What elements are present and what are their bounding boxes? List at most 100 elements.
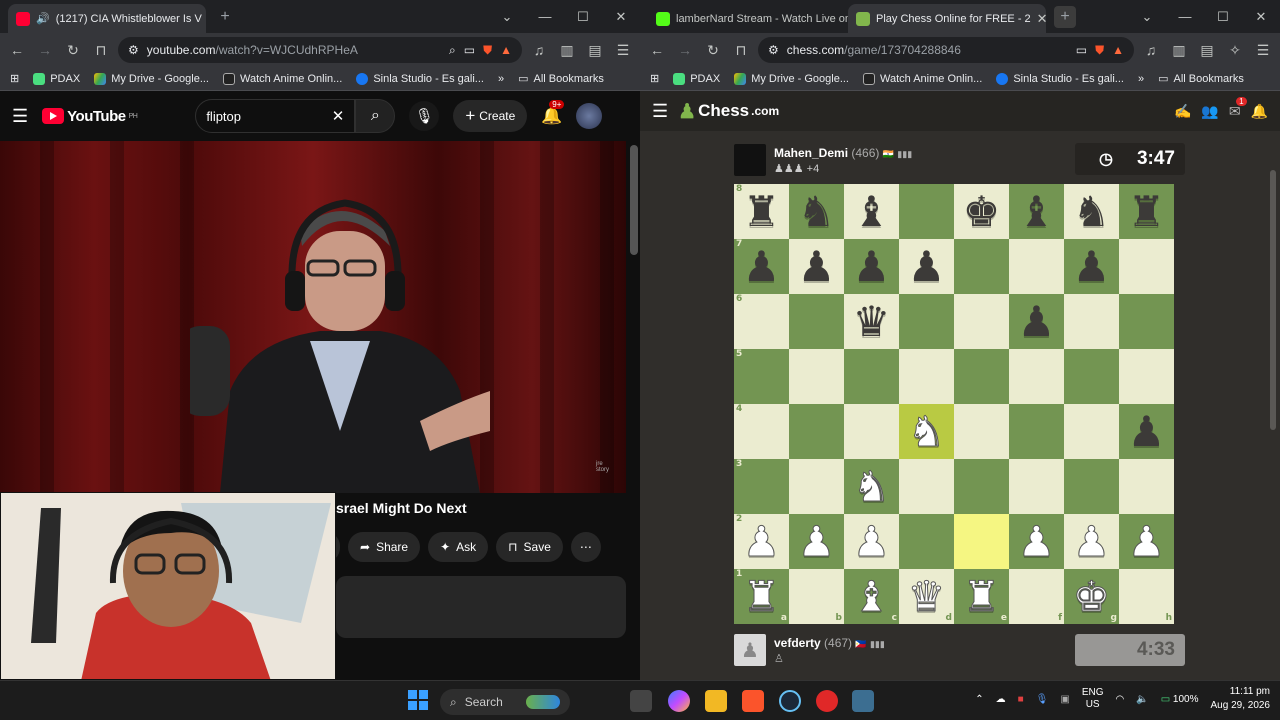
tab-search-icon[interactable]: ⌄ [1128,9,1166,25]
square-b3[interactable] [789,459,844,514]
avatar[interactable] [576,103,603,129]
maximize-icon[interactable]: ☐ [564,9,602,25]
tab-search-icon[interactable]: ⌄ [488,9,526,25]
black-pawn-icon[interactable]: ♟ [743,245,781,288]
square-a2[interactable]: 2 ♟ [734,514,789,569]
black-knight-icon[interactable]: ♞ [798,190,836,233]
notifications-icon[interactable]: 🔔 9+ [541,100,565,126]
square-c7[interactable]: ♟ [844,239,899,294]
square-e4[interactable] [954,404,1009,459]
square-d1[interactable]: d ♛ [899,569,954,624]
taskbar-search[interactable]: ⌕ Search [440,689,570,715]
minimize-icon[interactable]: — [1166,9,1204,24]
square-h3[interactable] [1119,459,1174,514]
square-b1[interactable]: b [789,569,844,624]
square-e5[interactable] [954,349,1009,404]
square-h6[interactable] [1119,294,1174,349]
search-button[interactable]: ⌕ [355,99,396,133]
brave-rewards-icon[interactable]: ▲ [1112,43,1124,57]
video-player[interactable]: jre story [0,141,626,493]
description-box[interactable] [336,576,626,638]
square-e6[interactable] [954,294,1009,349]
square-e1[interactable]: e ♜ [954,569,1009,624]
address-bar[interactable]: ⚙ youtube.com/watch?v=WJCUdhRPHeA ⌕ ▭ ⛊ … [118,37,522,63]
square-h7[interactable] [1119,239,1174,294]
white-pawn-icon[interactable]: ♟ [1017,520,1056,563]
square-h1[interactable]: h [1119,569,1174,624]
chess-logo[interactable]: ♟ Chess .com [678,99,779,124]
clear-search-icon[interactable]: ✕ [332,107,345,125]
close-tab-icon[interactable]: ✕ [1037,11,1046,27]
bookmark-icon[interactable]: ⊓ [730,39,752,61]
square-d3[interactable] [899,459,954,514]
black-bishop-icon[interactable]: ♝ [853,190,891,233]
square-b7[interactable]: ♟ [789,239,844,294]
mail-icon[interactable]: ✉ 1 [1229,96,1247,120]
brave-browser-icon[interactable] [742,690,764,712]
more-bookmarks-icon[interactable]: » [1138,73,1144,85]
tab-chess[interactable]: Play Chess Online for FREE - 2 ✕ [848,4,1046,33]
new-tab-button[interactable]: + [1054,5,1076,28]
square-a1[interactable]: 1 a ♜ [734,569,789,624]
bell-icon[interactable]: 🔔 [1251,103,1268,120]
square-a7[interactable]: 7 ♟ [734,239,789,294]
copilot-icon[interactable] [668,690,690,712]
bookmark-pdax[interactable]: PDAX [673,72,720,85]
bookmark-drive[interactable]: My Drive - Google... [734,72,849,85]
white-pawn-icon[interactable]: ♟ [1072,520,1111,563]
close-window-icon[interactable]: ✕ [602,9,640,25]
search-input[interactable]: fliptop ✕ [195,99,356,133]
brave-shield-icon[interactable]: ⛊ [1095,43,1104,58]
square-g8[interactable]: ♞ [1064,184,1119,239]
white-king-icon[interactable]: ♚ [1072,575,1111,618]
mic-icon[interactable]: 🎙 [1036,694,1049,705]
sidebar-icon[interactable]: ▥ [556,39,578,61]
extensions-icon[interactable]: ✧ [1224,39,1246,61]
cast-icon[interactable]: ▭ [1076,43,1087,57]
black-pawn-icon[interactable]: ♟ [1018,300,1056,343]
battery-indicator[interactable]: ▭ 100% [1161,694,1199,705]
square-h4[interactable]: ♟ [1119,404,1174,459]
square-h2[interactable]: ♟ [1119,514,1174,569]
reload-icon[interactable]: ↻ [702,39,724,61]
white-pawn-icon[interactable]: ♟ [852,520,891,563]
square-a5[interactable]: 5 [734,349,789,404]
square-c4[interactable] [844,404,899,459]
square-a8[interactable]: 8 ♜ [734,184,789,239]
forward-icon[interactable]: → [674,39,696,61]
square-c8[interactable]: ♝ [844,184,899,239]
wifi-icon[interactable]: ◠ [1116,694,1125,705]
brave-rewards-icon[interactable]: ▲ [500,43,512,57]
language-indicator[interactable]: ENG US [1082,687,1104,711]
square-a3[interactable]: 3 [734,459,789,514]
square-g2[interactable]: ♟ [1064,514,1119,569]
black-pawn-icon[interactable]: ♟ [908,245,946,288]
square-d8[interactable] [899,184,954,239]
square-f8[interactable]: ♝ [1009,184,1064,239]
page-scrollbar[interactable] [1270,170,1276,430]
square-f3[interactable] [1009,459,1064,514]
file-explorer-icon[interactable] [705,690,727,712]
media-icon[interactable]: ♫ [1140,39,1162,61]
all-bookmarks[interactable]: ▭ All Bookmarks [1158,72,1244,86]
tray-app-icon[interactable]: ■ [1018,694,1024,705]
tab-youtube[interactable]: 🔊 (1217) CIA Whistleblower Is V ✕ [8,4,206,33]
more-bookmarks-icon[interactable]: » [498,73,504,85]
square-d5[interactable] [899,349,954,404]
black-bishop-icon[interactable]: ♝ [1018,190,1056,233]
square-b4[interactable] [789,404,844,459]
create-button[interactable]: + Create [453,100,528,132]
more-actions-button[interactable]: ⋯ [570,532,601,562]
opponent-avatar[interactable] [734,144,766,176]
wallet-icon[interactable]: ▤ [584,39,606,61]
task-view-icon[interactable] [630,690,652,712]
square-d6[interactable] [899,294,954,349]
square-d7[interactable]: ♟ [899,239,954,294]
square-f4[interactable] [1009,404,1064,459]
page-scrollbar[interactable] [630,145,638,255]
ask-button[interactable]: ✦ Ask [428,532,489,562]
tray-overflow-icon[interactable]: ⌃ [975,694,983,705]
chess-board[interactable]: 8 ♜ ♞ ♝ ♚ ♝ ♞ ♜ 7 ♟ ♟ ♟ ♟ ♟ 6 ♛ ♟ 5 4 ♞ ♟ 3 ♞ 2 ♟ ♟ ♟ ♟ ♟ ♟ 1 a ♜ b c ♝ d ♛ e ♜… [734,184,1174,624]
cloud-icon[interactable]: ☁ [996,694,1006,705]
site-info-icon[interactable]: ⚙ [768,43,779,57]
